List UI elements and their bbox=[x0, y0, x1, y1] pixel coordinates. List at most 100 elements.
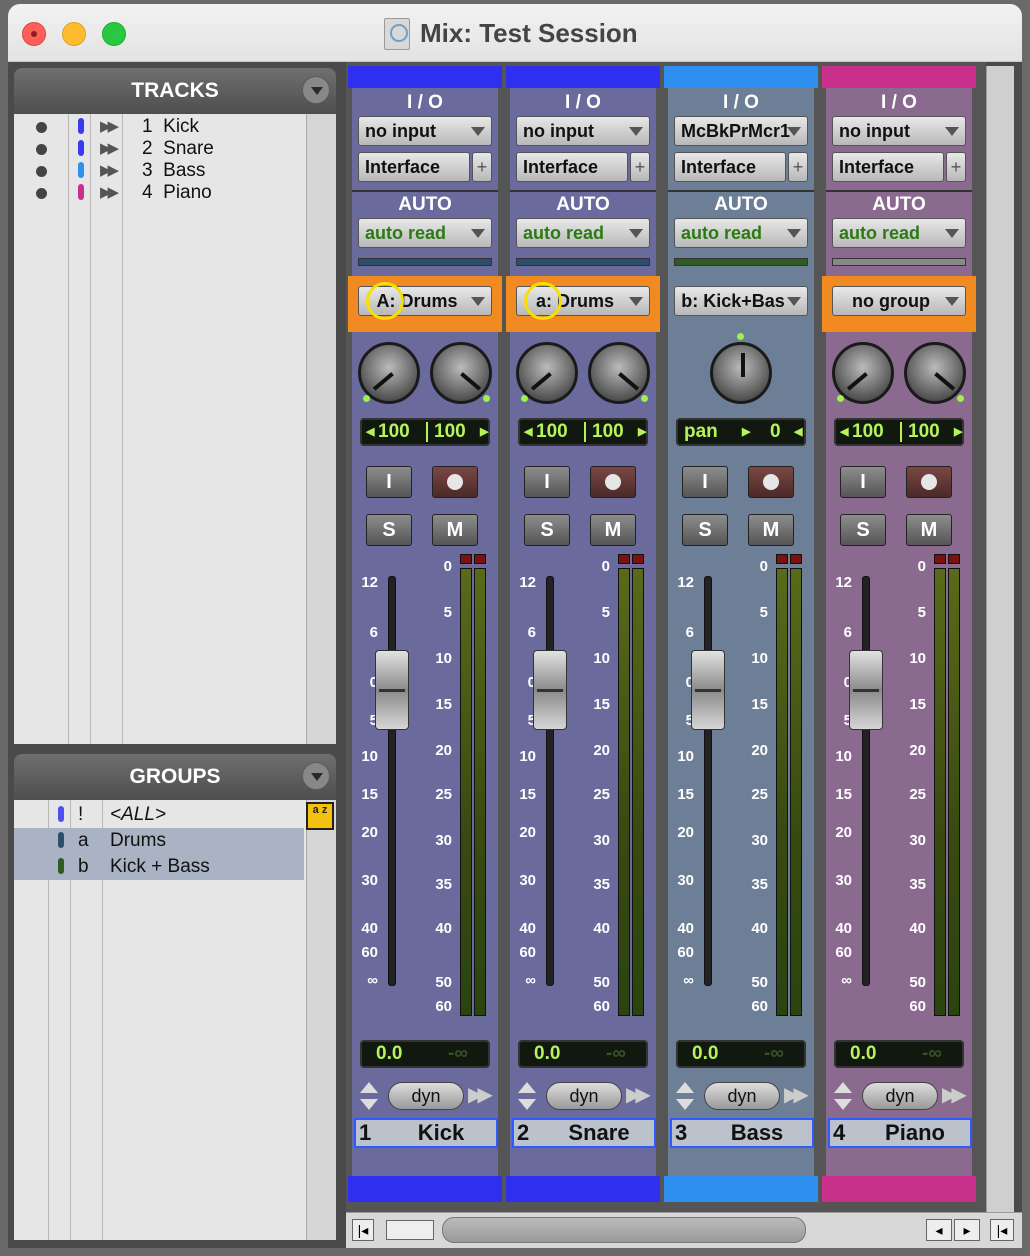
clip-indicator[interactable] bbox=[790, 554, 802, 564]
forward-icon[interactable]: ▶▶ bbox=[784, 1082, 809, 1107]
record-enable-button[interactable] bbox=[590, 466, 636, 498]
volume-fader[interactable] bbox=[375, 650, 409, 730]
dyn-button[interactable]: dyn bbox=[388, 1082, 464, 1110]
output-selector[interactable]: Interface bbox=[832, 152, 944, 182]
track-active-dot-icon[interactable] bbox=[36, 188, 47, 199]
pan-display[interactable]: ◀ 100 100 ▶ bbox=[834, 418, 964, 446]
clip-indicator[interactable] bbox=[948, 554, 960, 564]
automation-mode-selector[interactable]: auto read bbox=[832, 218, 966, 248]
track-active-dot-icon[interactable] bbox=[36, 166, 47, 177]
track-show-icon[interactable]: ▶▶ bbox=[100, 161, 119, 179]
track-name-field[interactable]: 4 Piano bbox=[828, 1118, 972, 1148]
group-list-item[interactable]: a Drums bbox=[14, 828, 304, 854]
volume-display[interactable]: 0.0 -∞ bbox=[676, 1040, 806, 1068]
volume-fader[interactable] bbox=[533, 650, 567, 730]
clip-indicator[interactable] bbox=[934, 554, 946, 564]
pan-right-knob[interactable] bbox=[588, 342, 650, 404]
track-active-dot-icon[interactable] bbox=[36, 144, 47, 155]
volume-fader[interactable] bbox=[849, 650, 883, 730]
pan-display[interactable]: pan ▶ 0 ◀ bbox=[676, 418, 806, 446]
output-add-icon[interactable]: + bbox=[630, 152, 650, 182]
input-monitor-button[interactable]: I bbox=[524, 466, 570, 498]
record-enable-button[interactable] bbox=[432, 466, 478, 498]
solo-button[interactable]: S bbox=[682, 514, 728, 546]
output-selector[interactable]: Interface bbox=[516, 152, 628, 182]
track-list-item[interactable]: ▶▶ 1 Kick bbox=[14, 116, 324, 138]
clip-indicator[interactable] bbox=[618, 554, 630, 564]
clip-indicator[interactable] bbox=[632, 554, 644, 564]
volume-display[interactable]: 0.0 -∞ bbox=[834, 1040, 964, 1068]
group-selector[interactable]: b: Kick+Bas bbox=[674, 286, 808, 316]
output-selector[interactable]: Interface bbox=[674, 152, 786, 182]
scroll-to-end-button[interactable]: |◂ bbox=[990, 1219, 1014, 1241]
track-name-field[interactable]: 2 Snare bbox=[512, 1118, 656, 1148]
solo-button[interactable]: S bbox=[366, 514, 412, 546]
pan-knob[interactable] bbox=[710, 333, 772, 404]
input-selector[interactable]: no input bbox=[358, 116, 492, 146]
clip-indicator[interactable] bbox=[460, 554, 472, 564]
input-monitor-button[interactable]: I bbox=[366, 466, 412, 498]
insert-updown-icon[interactable] bbox=[518, 1082, 536, 1110]
pan-left-knob[interactable] bbox=[832, 342, 894, 404]
track-list-item[interactable]: ▶▶ 4 Piano bbox=[14, 182, 324, 204]
sort-groups-button[interactable]: a z bbox=[306, 802, 334, 830]
track-active-dot-icon[interactable] bbox=[36, 122, 47, 133]
volume-display[interactable]: 0.0 -∞ bbox=[518, 1040, 648, 1068]
input-monitor-button[interactable]: I bbox=[682, 466, 728, 498]
group-list-item[interactable]: ! <ALL> bbox=[14, 802, 304, 828]
mute-button[interactable]: M bbox=[748, 514, 794, 546]
input-selector[interactable]: McBkPrMcr1 bbox=[674, 116, 808, 146]
automation-mode-selector[interactable]: auto read bbox=[516, 218, 650, 248]
forward-icon[interactable]: ▶▶ bbox=[626, 1082, 651, 1107]
volume-fader[interactable] bbox=[691, 650, 725, 730]
dyn-button[interactable]: dyn bbox=[862, 1082, 938, 1110]
output-add-icon[interactable]: + bbox=[788, 152, 808, 182]
forward-icon[interactable]: ▶▶ bbox=[942, 1082, 967, 1107]
track-show-icon[interactable]: ▶▶ bbox=[100, 183, 119, 201]
scroll-left-button[interactable]: ◂ bbox=[926, 1219, 952, 1241]
track-list-item[interactable]: ▶▶ 3 Bass bbox=[14, 160, 324, 182]
track-show-icon[interactable]: ▶▶ bbox=[100, 139, 119, 157]
tracks-panel-menu-button[interactable] bbox=[302, 76, 330, 104]
input-monitor-button[interactable]: I bbox=[840, 466, 886, 498]
group-selector[interactable]: no group bbox=[832, 286, 966, 316]
groups-panel-menu-button[interactable] bbox=[302, 762, 330, 790]
output-add-icon[interactable]: + bbox=[472, 152, 492, 182]
mute-button[interactable]: M bbox=[906, 514, 952, 546]
solo-button[interactable]: S bbox=[524, 514, 570, 546]
track-show-icon[interactable]: ▶▶ bbox=[100, 117, 119, 135]
mute-button[interactable]: M bbox=[432, 514, 478, 546]
pan-left-knob[interactable] bbox=[516, 342, 578, 404]
clip-indicator[interactable] bbox=[474, 554, 486, 564]
dyn-button[interactable]: dyn bbox=[546, 1082, 622, 1110]
pan-left-knob[interactable] bbox=[358, 342, 420, 404]
track-name-field[interactable]: 1 Kick bbox=[354, 1118, 498, 1148]
pan-right-knob[interactable] bbox=[430, 342, 492, 404]
zoom-window-button[interactable] bbox=[102, 22, 126, 46]
scroll-right-button[interactable]: ▸ bbox=[954, 1219, 980, 1241]
dyn-button[interactable]: dyn bbox=[704, 1082, 780, 1110]
scroll-thumb[interactable] bbox=[442, 1217, 806, 1243]
input-selector[interactable]: no input bbox=[832, 116, 966, 146]
mixer-horizontal-scrollbar[interactable]: |◂ ◂ ▸ |◂ bbox=[346, 1212, 1022, 1248]
track-list-item[interactable]: ▶▶ 2 Snare bbox=[14, 138, 324, 160]
pan-display[interactable]: ◀ 100 100 ▶ bbox=[518, 418, 648, 446]
automation-mode-selector[interactable]: auto read bbox=[358, 218, 492, 248]
record-enable-button[interactable] bbox=[748, 466, 794, 498]
pan-right-knob[interactable] bbox=[904, 342, 966, 404]
input-selector[interactable]: no input bbox=[516, 116, 650, 146]
volume-display[interactable]: 0.0 -∞ bbox=[360, 1040, 490, 1068]
scroll-to-start-button[interactable]: |◂ bbox=[352, 1219, 374, 1241]
pan-display[interactable]: ◀ 100 100 ▶ bbox=[360, 418, 490, 446]
group-list-item[interactable]: b Kick + Bass bbox=[14, 854, 304, 880]
insert-updown-icon[interactable] bbox=[360, 1082, 378, 1110]
groups-list-scrollbar[interactable] bbox=[306, 800, 336, 1240]
automation-mode-selector[interactable]: auto read bbox=[674, 218, 808, 248]
insert-updown-icon[interactable] bbox=[834, 1082, 852, 1110]
output-add-icon[interactable]: + bbox=[946, 152, 966, 182]
tracks-list-scrollbar[interactable] bbox=[306, 114, 336, 744]
view-options-icon[interactable] bbox=[386, 1220, 434, 1240]
track-name-field[interactable]: 3 Bass bbox=[670, 1118, 814, 1148]
solo-button[interactable]: S bbox=[840, 514, 886, 546]
minimize-window-button[interactable] bbox=[62, 22, 86, 46]
